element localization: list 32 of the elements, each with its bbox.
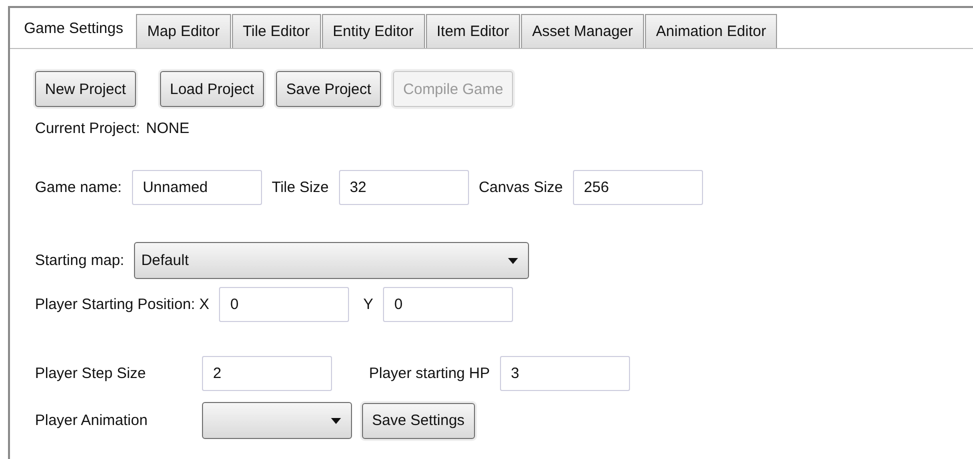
player-animation-label: Player Animation xyxy=(35,412,149,429)
step-size-field[interactable]: 2 xyxy=(202,356,332,391)
canvas-size-label: Canvas Size xyxy=(478,179,563,196)
starting-hp-label: Player starting HP xyxy=(369,365,490,382)
caret-icon xyxy=(331,418,341,424)
tab[interactable]: Entity Editor xyxy=(322,14,425,48)
tab[interactable]: Tile Editor xyxy=(232,14,321,48)
game-name-label: Game name: xyxy=(35,179,122,196)
starting-hp-field[interactable]: 3 xyxy=(500,356,630,391)
game-name-field[interactable]: Unnamed xyxy=(132,170,262,205)
y-label: Y xyxy=(363,296,374,313)
project-button[interactable]: New Project xyxy=(35,71,136,107)
tab[interactable]: Item Editor xyxy=(426,14,520,48)
caret-icon xyxy=(508,258,518,264)
tab[interactable]: Animation Editor xyxy=(645,14,778,48)
save-settings-button[interactable]: Save Settings xyxy=(362,402,475,438)
starting-map-dropdown[interactable]: Default xyxy=(134,242,530,279)
tab[interactable]: Map Editor xyxy=(136,14,231,48)
starting-map-label: Starting map: xyxy=(35,252,124,269)
tile-size-label: Tile Size xyxy=(272,179,329,196)
starting-position-label: Player Starting Position: X xyxy=(35,296,210,313)
current-project-value: NONE xyxy=(146,120,190,137)
project-button[interactable]: Load Project xyxy=(160,71,264,107)
step-size-label: Player Step Size xyxy=(35,365,147,382)
tile-size-field[interactable]: 32 xyxy=(338,170,469,205)
canvas-size-field[interactable]: 256 xyxy=(572,170,703,205)
y-field[interactable]: 0 xyxy=(383,287,514,322)
current-project-label: Current Project: xyxy=(35,120,140,137)
x-field[interactable]: 0 xyxy=(219,287,350,322)
player-animation-dropdown[interactable] xyxy=(202,402,352,439)
project-button[interactable]: Save Project xyxy=(276,71,382,107)
tab[interactable]: Asset Manager xyxy=(521,14,644,48)
